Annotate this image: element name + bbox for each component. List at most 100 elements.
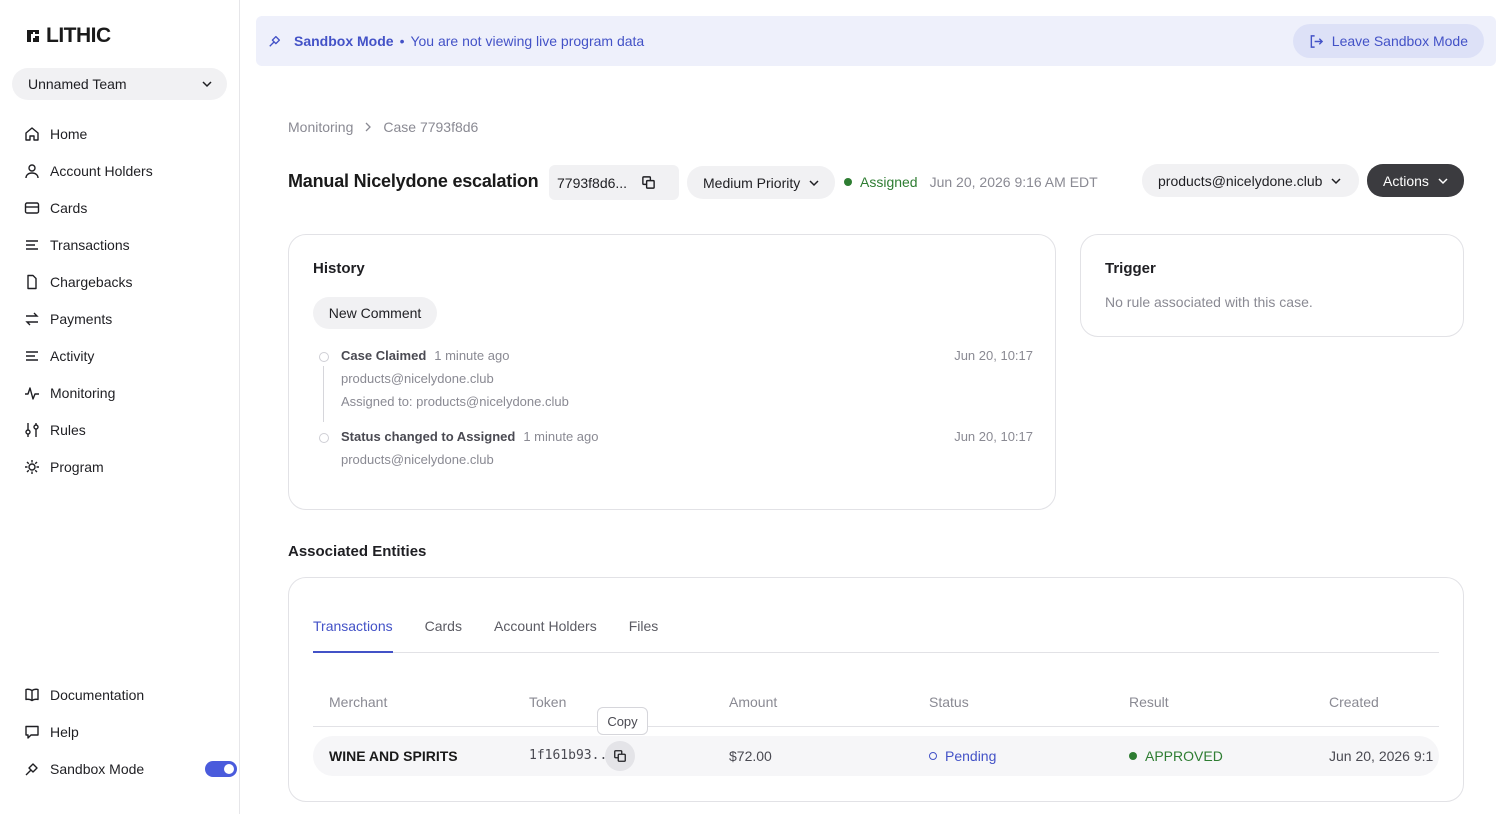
tab-cards[interactable]: Cards bbox=[425, 618, 462, 653]
column-header-created[interactable]: Created bbox=[1329, 694, 1379, 710]
history-event: Status changed to Assigned 1 minute ago … bbox=[313, 429, 1033, 479]
sidebar-item-label: Rules bbox=[50, 421, 86, 438]
column-header-status[interactable]: Status bbox=[929, 694, 969, 710]
sidebar: LITHIC Unnamed Team Home Account Holders… bbox=[0, 0, 240, 814]
sidebar-item-sandbox-mode[interactable]: Sandbox Mode bbox=[24, 750, 237, 787]
breadcrumb-monitoring[interactable]: Monitoring bbox=[288, 119, 353, 135]
sidebar-item-monitoring[interactable]: Monitoring bbox=[24, 374, 224, 411]
event-ago: 1 minute ago bbox=[434, 348, 510, 363]
tab-account-holders[interactable]: Account Holders bbox=[494, 618, 597, 653]
chat-icon bbox=[25, 725, 39, 739]
trigger-title: Trigger bbox=[1105, 260, 1156, 277]
lithic-logo-icon bbox=[27, 30, 39, 42]
copy-tooltip: Copy bbox=[597, 707, 648, 735]
associated-entities-card: Transactions Cards Account Holders Files… bbox=[288, 577, 1464, 802]
sandbox-mode-toggle[interactable] bbox=[205, 760, 237, 777]
team-selector[interactable]: Unnamed Team bbox=[12, 68, 227, 100]
event-header: Status changed to Assigned 1 minute ago bbox=[341, 429, 599, 444]
copy-token-button[interactable] bbox=[605, 741, 635, 771]
leave-sandbox-label: Leave Sandbox Mode bbox=[1331, 33, 1468, 49]
sidebar-item-label: Cards bbox=[50, 199, 88, 216]
gear-icon bbox=[25, 459, 39, 474]
result-text: APPROVED bbox=[1145, 748, 1223, 764]
sidebar-item-label: Transactions bbox=[50, 236, 130, 253]
case-id-chip: 7793f8d6... bbox=[549, 165, 679, 200]
amount-cell: $72.00 bbox=[729, 748, 772, 764]
copy-icon[interactable] bbox=[641, 175, 656, 190]
column-header-token[interactable]: Token bbox=[529, 694, 566, 710]
approved-status-icon bbox=[1129, 752, 1137, 760]
associated-entities-title: Associated Entities bbox=[288, 543, 427, 560]
column-header-amount[interactable]: Amount bbox=[729, 694, 777, 710]
home-icon bbox=[25, 126, 39, 141]
event-ago: 1 minute ago bbox=[523, 429, 599, 444]
tab-files[interactable]: Files bbox=[629, 618, 659, 653]
status-label: Assigned bbox=[860, 174, 918, 190]
merchant-cell: WINE AND SPIRITS bbox=[329, 748, 458, 764]
chevron-right-icon bbox=[365, 122, 372, 132]
sidebar-item-label: Activity bbox=[50, 347, 95, 364]
event-actor: products@nicelydone.club bbox=[341, 371, 494, 386]
secondary-nav: Documentation Help Sandbox Mode bbox=[24, 676, 237, 787]
table-row[interactable]: WINE AND SPIRITS 1f161b93... $72.00 Pend… bbox=[313, 736, 1439, 776]
trigger-card: Trigger No rule associated with this cas… bbox=[1080, 234, 1464, 337]
assignee-dropdown[interactable]: products@nicelydone.club bbox=[1142, 164, 1359, 197]
trigger-text: No rule associated with this case. bbox=[1105, 294, 1313, 310]
sidebar-item-payments[interactable]: Payments bbox=[24, 300, 224, 337]
lithic-logo[interactable]: LITHIC bbox=[24, 24, 111, 48]
created-cell: Jun 20, 2026 9:1 bbox=[1329, 748, 1434, 764]
status-text: Pending bbox=[945, 748, 997, 764]
timeline-dot bbox=[319, 352, 329, 362]
list-icon bbox=[26, 350, 38, 361]
sidebar-item-help[interactable]: Help bbox=[24, 713, 224, 750]
tab-transactions[interactable]: Transactions bbox=[313, 618, 393, 653]
banner-message: You are not viewing live program data bbox=[410, 33, 645, 49]
sidebar-item-rules[interactable]: Rules bbox=[24, 411, 224, 448]
timeline-dot bbox=[319, 433, 329, 443]
breadcrumb-current: Case 7793f8d6 bbox=[383, 119, 479, 135]
logo-text: LITHIC bbox=[46, 24, 111, 47]
copy-icon bbox=[614, 750, 626, 762]
new-comment-button[interactable]: New Comment bbox=[313, 297, 437, 329]
team-name: Unnamed Team bbox=[28, 76, 127, 92]
history-event: Case Claimed 1 minute ago Jun 20, 10:17 … bbox=[313, 348, 1033, 422]
event-time: Jun 20, 10:17 bbox=[954, 348, 1033, 363]
timeline-line bbox=[323, 366, 324, 422]
sidebar-item-label: Chargebacks bbox=[50, 273, 133, 290]
history-card: History New Comment Case Claimed 1 minut… bbox=[288, 234, 1056, 510]
list-icon bbox=[26, 239, 38, 250]
sidebar-item-transactions[interactable]: Transactions bbox=[24, 226, 224, 263]
sidebar-item-account-holders[interactable]: Account Holders bbox=[24, 152, 224, 189]
sandbox-banner: Sandbox Mode • You are not viewing live … bbox=[256, 16, 1496, 66]
sidebar-item-documentation[interactable]: Documentation bbox=[24, 676, 224, 713]
sidebar-item-chargebacks[interactable]: Chargebacks bbox=[24, 263, 224, 300]
sidebar-item-home[interactable]: Home bbox=[24, 115, 224, 152]
sidebar-item-program[interactable]: Program bbox=[24, 448, 224, 485]
priority-dropdown[interactable]: Medium Priority bbox=[687, 166, 835, 199]
sidebar-item-label: Payments bbox=[50, 310, 113, 327]
banner-separator: • bbox=[399, 33, 405, 49]
sidebar-item-label: Home bbox=[50, 125, 88, 142]
status-cell: Pending bbox=[929, 748, 996, 764]
leave-sandbox-button[interactable]: Leave Sandbox Mode bbox=[1292, 24, 1484, 58]
arrows-icon bbox=[25, 312, 39, 325]
sidebar-item-label: Program bbox=[50, 458, 104, 475]
status-dot bbox=[844, 178, 852, 186]
sidebar-item-label: Documentation bbox=[50, 686, 145, 703]
book-icon bbox=[25, 688, 39, 701]
card-icon bbox=[24, 201, 40, 214]
event-header: Case Claimed 1 minute ago bbox=[341, 348, 509, 363]
column-header-result[interactable]: Result bbox=[1129, 694, 1169, 710]
event-actor: products@nicelydone.club bbox=[341, 452, 494, 467]
sidebar-item-cards[interactable]: Cards bbox=[24, 189, 224, 226]
sidebar-item-label: Help bbox=[50, 723, 79, 740]
logout-icon bbox=[1310, 34, 1323, 48]
chevron-down-icon bbox=[202, 81, 212, 88]
actions-button[interactable]: Actions bbox=[1367, 164, 1464, 197]
chevron-down-icon bbox=[1331, 177, 1341, 184]
sidebar-item-activity[interactable]: Activity bbox=[24, 337, 224, 374]
main-nav: Home Account Holders Cards Transactions … bbox=[24, 115, 224, 485]
column-header-merchant[interactable]: Merchant bbox=[329, 694, 387, 710]
event-detail: Assigned to: products@nicelydone.club bbox=[341, 394, 569, 409]
sandbox-icon bbox=[25, 762, 38, 775]
